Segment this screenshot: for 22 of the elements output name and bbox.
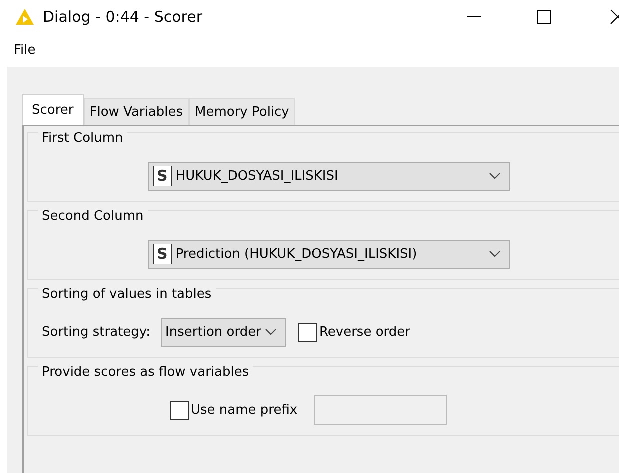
checkbox[interactable] — [170, 400, 189, 420]
group-title: Sorting of values in tables — [38, 287, 216, 302]
maximize-icon[interactable] — [536, 9, 552, 25]
checkbox-label: Use name prefix — [191, 402, 298, 418]
checkbox-label: Reverse order — [319, 324, 410, 340]
app-logo-icon — [15, 8, 35, 26]
window-title: Dialog - 0:44 - Scorer — [43, 8, 203, 26]
menu-item[interactable]: File — [14, 43, 36, 58]
string-type-icon: S — [153, 166, 172, 186]
checkbox[interactable] — [298, 322, 318, 342]
prefix-input-field[interactable] — [314, 395, 447, 425]
chevron-icon — [265, 328, 278, 336]
tab[interactable]: Scorer — [22, 94, 84, 125]
column-dropdown[interactable]: S HUKUK_DOSYASI_ILISKISI — [148, 162, 510, 190]
sorting-dropdown[interactable]: Insertion order — [160, 318, 286, 346]
sorting-strategy-label: Sorting strategy: — [42, 324, 151, 340]
tab[interactable]: Flow Variables — [84, 98, 189, 125]
chevron-icon — [489, 172, 501, 180]
chevron-icon — [489, 250, 501, 258]
string-type-icon: S — [153, 244, 172, 264]
tab[interactable]: Memory Policy — [188, 98, 296, 125]
column-dropdown[interactable]: S Prediction (HUKUK_DOSYASI_ILISKISI) — [148, 240, 510, 268]
